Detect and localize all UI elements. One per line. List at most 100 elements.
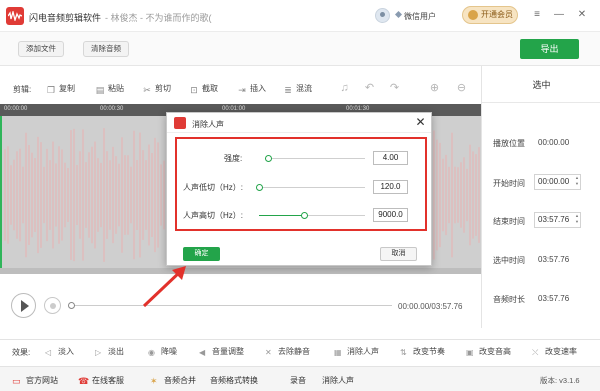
version-label: 版本: v3.1.6 [540, 376, 580, 385]
cancel-button[interactable]: 取消 [380, 247, 417, 261]
slider-handle[interactable] [265, 155, 272, 162]
start-time-input[interactable]: 00:00.00 [534, 174, 581, 190]
avatar[interactable] [375, 8, 390, 23]
change-rate-label: 改变速率 [545, 347, 577, 356]
volume-adjust-button[interactable]: ◀ 音量调整 [199, 346, 244, 357]
fade-in-button[interactable]: ◁ 淡入 [45, 346, 74, 357]
trim-button[interactable]: ⊡ 截取 [189, 83, 218, 95]
end-time-input[interactable]: 03:57.76 [534, 212, 581, 228]
window-title: 闪电音频剪辑软件 - 林俊杰 - 不为谁而作的歌( [29, 11, 212, 24]
clear-audio-button[interactable]: 清除音频 [83, 41, 129, 57]
ruler-tick-label: 00:00:30 [100, 106, 124, 112]
insert-button[interactable]: ⇥ 插入 [237, 83, 266, 95]
record-link[interactable]: 录音 [290, 375, 306, 386]
slider-handle[interactable] [256, 184, 263, 191]
zoom-out-icon[interactable]: ⊖ [455, 82, 468, 95]
format-convert-link[interactable]: 音频格式转换 [210, 375, 258, 386]
undo-icon[interactable]: ↶ [363, 82, 376, 95]
effects-bar: 效果: ◁ 淡入 ▷ 淡出 ◉ 降噪 ◀ 音量调整 ✕ 去除静音 ▦ 消除人声 ⇅ 改变节奏 … [0, 339, 600, 361]
noise-reduction-icon: ◉ [148, 348, 155, 357]
zoom-in-icon[interactable]: ⊕ [428, 82, 441, 95]
headphones-icon[interactable]: ♫ [338, 82, 351, 95]
footer-bar: ▭ 官方网站 ☎ 在线客服 ✶ 音频合并 音频格式转换 录音 消除人声 版本: v3.… [0, 366, 600, 391]
audio-merge-label: 音频合并 [164, 376, 196, 385]
diamond-icon [395, 11, 402, 18]
mix-button[interactable]: ≣ 混流 [283, 83, 312, 95]
playback-time: 00:00.00/03:57.76 [398, 302, 463, 311]
online-support-link[interactable]: ☎ 在线客服 [78, 375, 124, 386]
start-time-label: 开始时间 [493, 179, 525, 188]
fade-out-icon: ▷ [95, 348, 102, 357]
close-icon[interactable]: ✕ [576, 9, 588, 21]
play-button[interactable] [11, 293, 36, 318]
copy-label: 复制 [59, 84, 75, 93]
record-label: 录音 [290, 376, 306, 385]
top-toolbar: 添加文件 清除音频 导出 [0, 32, 600, 66]
player-controls: 00:00.00/03:57.76 [0, 288, 481, 328]
fade-out-button[interactable]: ▷ 淡出 [95, 346, 124, 357]
remove-silence-button[interactable]: ✕ 去除静音 [265, 346, 310, 357]
paste-label: 粘贴 [108, 84, 124, 93]
selection-duration-value: 03:57.76 [538, 255, 570, 264]
change-pitch-button[interactable]: ▣ 改变音高 [466, 346, 511, 357]
stop-button[interactable] [44, 297, 61, 314]
high-cut-slider[interactable] [259, 212, 365, 219]
change-rate-button[interactable]: ⤬ 改变速率 [532, 346, 577, 357]
slider-fill [259, 215, 304, 216]
online-support-label: 在线客服 [92, 376, 124, 385]
official-website-label: 官方网站 [26, 376, 58, 385]
rate-icon: ⤬ [532, 348, 539, 357]
strength-input[interactable]: 4.00 [373, 151, 408, 165]
effects-label: 效果: [12, 348, 31, 357]
ok-button[interactable]: 确定 [183, 247, 220, 261]
waveform-scrollbar[interactable] [0, 268, 481, 274]
audio-merge-link[interactable]: ✶ 音频合并 [150, 375, 196, 386]
strength-label: 强度: [224, 154, 243, 163]
export-button[interactable]: 导出 [520, 39, 579, 59]
noise-reduction-label: 降噪 [161, 347, 177, 356]
slider-handle[interactable] [300, 212, 308, 219]
add-file-button[interactable]: 添加文件 [18, 41, 64, 57]
redo-icon[interactable]: ↷ [388, 82, 401, 95]
annotation-arrow [142, 266, 186, 308]
parameter-group: 强度: 4.00 人声低切（Hz）: 120.0 人声高切（Hz）: 9000.… [175, 137, 427, 231]
remove-silence-label: 去除静音 [278, 347, 310, 356]
ruler-tick-label: 00:00:00 [4, 106, 28, 112]
change-pitch-label: 改变音高 [479, 347, 511, 356]
app-name: 闪电音频剪辑软件 [29, 13, 102, 23]
selection-panel: 选中 播放位置 00:00.00 开始时间 00:00.00 结束时间 03:5… [481, 66, 600, 328]
crown-icon [468, 10, 478, 20]
fade-out-label: 淡出 [108, 347, 124, 356]
volume-adjust-label: 音量调整 [212, 347, 244, 356]
remove-vocals-button[interactable]: ▦ 消除人声 [334, 346, 379, 357]
progress-bar[interactable] [70, 305, 392, 306]
high-cut-label: 人声高切（Hz）: [183, 211, 243, 220]
menu-icon[interactable]: ≡ [531, 9, 543, 21]
user-name[interactable]: 微信用户 [404, 11, 436, 22]
audio-duration-value: 03:57.76 [538, 294, 570, 303]
noise-reduction-button[interactable]: ◉ 降噪 [148, 346, 177, 357]
minimize-icon[interactable]: — [553, 9, 565, 21]
paste-icon: ▤ [95, 85, 105, 95]
close-icon[interactable]: ✕ [414, 116, 427, 129]
playback-position-value: 00:00.00 [538, 138, 570, 147]
low-cut-input[interactable]: 120.0 [373, 180, 408, 194]
copy-button[interactable]: ❐ 复制 [46, 83, 75, 95]
vip-button[interactable]: 开通会员 [462, 6, 518, 24]
low-cut-slider[interactable] [256, 184, 365, 191]
mute-icon: ✕ [265, 348, 272, 357]
insert-label: 插入 [250, 84, 266, 93]
app-logo-icon [174, 117, 186, 129]
official-website-link[interactable]: ▭ 官方网站 [12, 375, 58, 386]
remove-vocals-link[interactable]: 消除人声 [322, 375, 354, 386]
vip-button-label: 开通会员 [481, 10, 513, 19]
change-tempo-button[interactable]: ⇅ 改变节奏 [400, 346, 445, 357]
end-time-label: 结束时间 [493, 217, 525, 226]
strength-slider[interactable] [265, 155, 365, 162]
cut-button[interactable]: ✂ 剪切 [142, 83, 171, 95]
edit-toolbar: 剪辑: ❐ 复制 ▤ 粘贴 ✂ 剪切 ⊡ 截取 ⇥ 插入 ≣ 混流 ♫ ↶ ↷ ⊕ ⊖ [0, 76, 480, 100]
paste-button[interactable]: ▤ 粘贴 [95, 83, 124, 95]
progress-handle[interactable] [68, 302, 75, 309]
high-cut-input[interactable]: 9000.0 [373, 208, 408, 222]
pitch-icon: ▣ [466, 348, 474, 357]
